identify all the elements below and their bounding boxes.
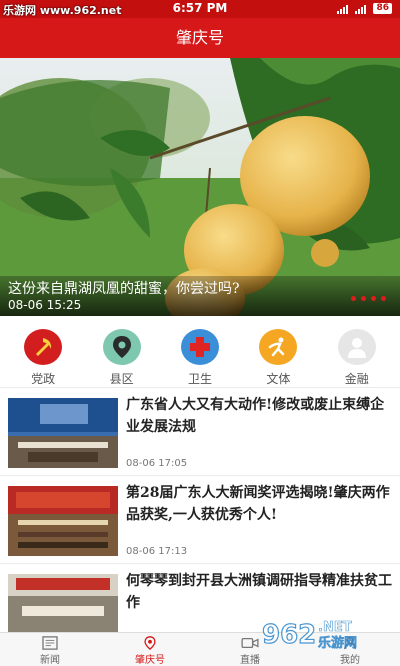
- category-label: 县区: [109, 372, 134, 386]
- category-county[interactable]: 县区: [86, 316, 158, 387]
- signal-icon-2: [355, 5, 367, 14]
- medical-cross-icon: [180, 329, 219, 365]
- news-thumbnail: [8, 398, 118, 468]
- app-title: 肇庆号: [0, 18, 400, 58]
- svg-text:乐游网: 乐游网: [318, 635, 357, 650]
- tab-news[interactable]: 新闻: [0, 633, 100, 666]
- news-item[interactable]: 第28届广东人大新闻奖评选揭晓!肇庆两作品获奖,一人获优秀个人! 08-06 1…: [0, 476, 400, 564]
- news-date: 08-06 17:13: [126, 546, 188, 557]
- status-bar: 乐游网 www.962.net 6:57 PM 86: [0, 0, 400, 18]
- carousel-dot[interactable]: [351, 296, 356, 301]
- runner-icon: [259, 329, 298, 365]
- location-pin-icon: [102, 329, 141, 365]
- hero-title[interactable]: 这份来自鼎湖凤凰的甜蜜，你尝过吗?: [8, 278, 240, 298]
- carousel-dot[interactable]: [361, 296, 366, 301]
- site-watermark-logo: 962 .NET 乐游网: [261, 619, 357, 650]
- news-title: 广东省人大又有大动作!修改或废止束缚企业发展法规: [126, 397, 385, 435]
- signal-icon: [337, 5, 349, 14]
- category-health[interactable]: 卫生: [164, 316, 236, 387]
- news-title: 何琴琴到封开县大洲镇调研指导精准扶贫工作: [126, 573, 392, 611]
- news-item[interactable]: 广东省人大又有大动作!修改或废止束缚企业发展法规 08-06 17:05: [0, 388, 400, 476]
- tab-label: 直播: [240, 655, 260, 666]
- news-title: 第28届广东人大新闻奖评选揭晓!肇庆两作品获奖,一人获优秀个人!: [126, 485, 390, 523]
- status-icons: 86: [337, 3, 392, 14]
- party-emblem-icon: [24, 329, 63, 365]
- hero-banner[interactable]: 这份来自鼎湖凤凰的甜蜜，你尝过吗? 08-06 15:25: [0, 58, 400, 316]
- svg-text:962: 962: [262, 620, 316, 650]
- tab-label: 新闻: [40, 655, 60, 666]
- svg-text:.NET: .NET: [318, 620, 352, 635]
- newspaper-icon: [42, 636, 58, 650]
- category-sports[interactable]: 文体: [242, 316, 314, 387]
- category-party[interactable]: 党政: [7, 316, 79, 387]
- category-bar: 党政 县区 卫生 文体 金融: [0, 316, 400, 388]
- tab-label: 我的: [340, 655, 360, 666]
- news-list: 广东省人大又有大动作!修改或废止束缚企业发展法规 08-06 17:05 第28…: [0, 388, 400, 652]
- category-label: 卫生: [187, 372, 212, 386]
- video-camera-icon: [241, 637, 259, 649]
- person-icon: [337, 329, 376, 365]
- category-finance[interactable]: 金融: [321, 316, 393, 387]
- location-pin-icon: [144, 636, 156, 650]
- category-label: 党政: [31, 372, 56, 386]
- carousel-dots: [351, 296, 386, 301]
- carousel-dot[interactable]: [381, 296, 386, 301]
- category-label: 金融: [344, 372, 369, 386]
- carousel-dot[interactable]: [371, 296, 376, 301]
- hero-caption: 这份来自鼎湖凤凰的甜蜜，你尝过吗? 08-06 15:25: [0, 276, 400, 316]
- tab-zhaoqing[interactable]: 肇庆号: [100, 633, 200, 666]
- news-date: 08-06 17:05: [126, 458, 188, 469]
- news-thumbnail: [8, 486, 118, 556]
- tab-label: 肇庆号: [135, 655, 165, 666]
- category-label: 文体: [266, 372, 291, 386]
- hero-date: 08-06 15:25: [8, 298, 82, 312]
- battery-indicator: 86: [373, 3, 392, 14]
